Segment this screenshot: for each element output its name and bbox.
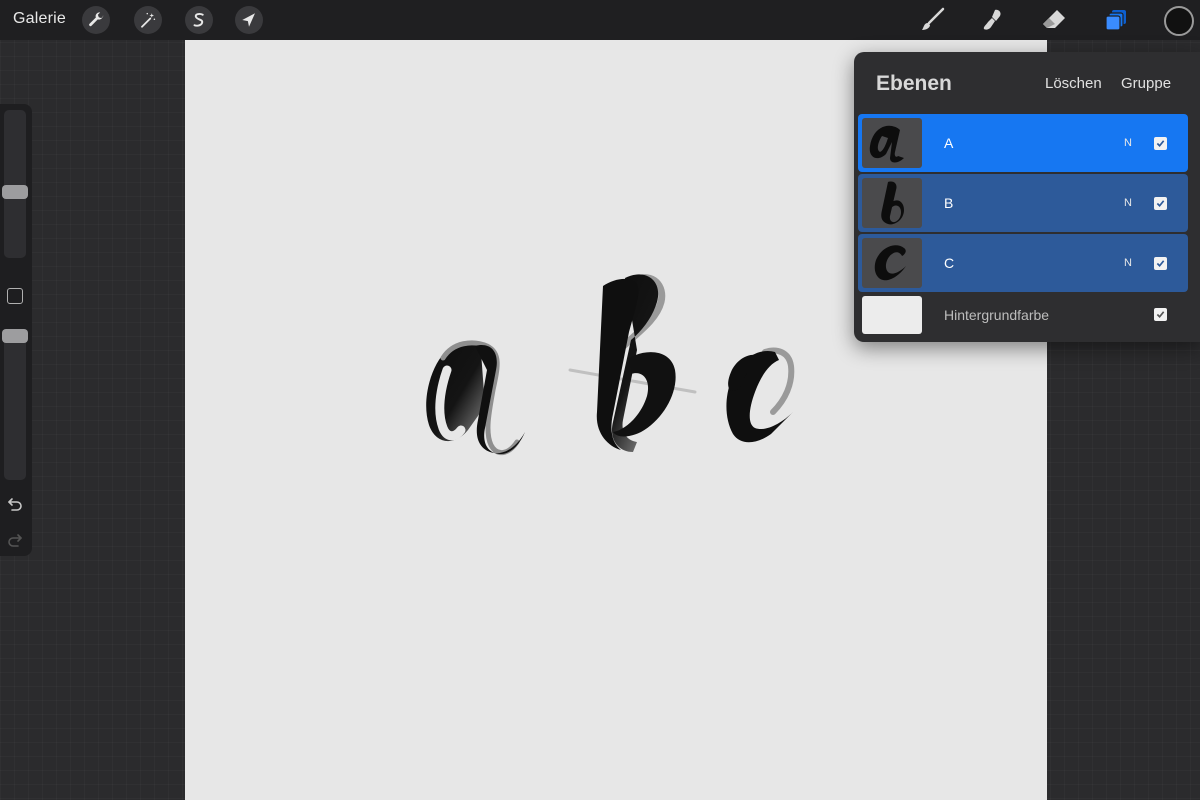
layers-icon	[1105, 10, 1126, 31]
layer-thumbnail-b	[862, 178, 922, 228]
left-sidebar	[0, 104, 32, 556]
layers-button[interactable]	[1100, 4, 1132, 36]
group-layers-button[interactable]: Gruppe	[1121, 75, 1171, 92]
layers-panel-title: Ebenen	[876, 72, 952, 95]
layer-visibility-checkbox-background[interactable]	[1154, 308, 1167, 321]
wrench-icon	[89, 12, 104, 27]
background-color-swatch[interactable]	[862, 296, 922, 334]
magic-wand-icon	[141, 12, 156, 28]
adjustments-button[interactable]	[134, 6, 162, 34]
top-toolbar: Galerie	[0, 0, 1200, 40]
layer-row-background[interactable]: Hintergrundfarbe	[858, 292, 1188, 338]
layer-name-b: B	[944, 195, 954, 211]
square-modify-icon[interactable]	[7, 288, 23, 304]
eraser-icon	[1043, 10, 1065, 28]
blend-mode-c[interactable]: N	[1124, 257, 1132, 269]
layer-thumbnail-c	[862, 238, 922, 288]
checkmark-icon	[1156, 200, 1165, 207]
selection-button[interactable]	[185, 6, 213, 34]
layer-thumbnail-a	[862, 118, 922, 168]
brush-size-slider-thumb[interactable]	[2, 185, 28, 200]
redo-button[interactable]	[5, 530, 25, 550]
blend-mode-b[interactable]: N	[1124, 197, 1132, 209]
gallery-button[interactable]: Galerie	[13, 10, 66, 28]
layer-row-c[interactable]: C N	[858, 234, 1188, 292]
eraser-button[interactable]	[1038, 4, 1070, 36]
letter-b-artwork	[568, 274, 697, 452]
undo-button[interactable]	[5, 494, 25, 514]
layer-name-a: A	[944, 135, 954, 151]
smudge-button[interactable]	[977, 4, 1009, 36]
selection-s-icon	[193, 13, 204, 27]
blend-mode-a[interactable]: N	[1124, 137, 1132, 149]
letter-a-artwork	[426, 340, 525, 455]
brush-size-slider[interactable]	[4, 110, 26, 258]
delete-layers-button[interactable]: Löschen	[1045, 75, 1102, 92]
transform-arrow-icon	[242, 13, 255, 27]
layer-visibility-checkbox-c[interactable]	[1154, 257, 1167, 270]
checkmark-icon	[1156, 140, 1165, 147]
layer-visibility-checkbox-b[interactable]	[1154, 197, 1167, 210]
layer-name-background: Hintergrundfarbe	[944, 307, 1050, 323]
letter-c-artwork	[726, 347, 795, 443]
checkmark-icon	[1156, 311, 1165, 318]
smudge-icon	[983, 9, 1001, 30]
layer-row-b[interactable]: B N	[858, 174, 1188, 232]
opacity-slider[interactable]	[4, 332, 26, 480]
color-picker-button[interactable]	[1164, 6, 1194, 36]
brush-icon	[922, 7, 945, 30]
undo-icon	[8, 498, 22, 511]
checkmark-icon	[1156, 260, 1165, 267]
layer-visibility-checkbox-a[interactable]	[1154, 137, 1167, 150]
layer-name-c: C	[944, 255, 955, 271]
actions-button[interactable]	[82, 6, 110, 34]
brush-button[interactable]	[916, 4, 948, 36]
layers-panel: Ebenen Löschen Gruppe A N B N C N Hinter…	[854, 52, 1200, 342]
redo-icon	[8, 534, 22, 547]
transform-button[interactable]	[235, 6, 263, 34]
layer-row-a[interactable]: A N	[858, 114, 1188, 172]
opacity-slider-thumb[interactable]	[2, 328, 28, 343]
